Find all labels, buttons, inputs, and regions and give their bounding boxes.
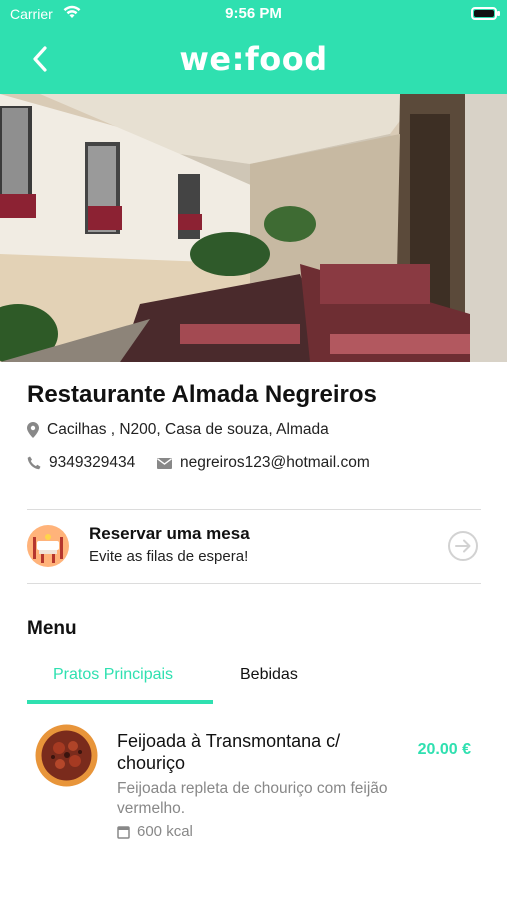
reserve-table-button[interactable]: Reservar uma mesa Evite as filas de espe…	[27, 511, 481, 583]
reserve-subtitle: Evite as filas de espera!	[89, 548, 249, 565]
email-row[interactable]: negreiros123@hotmail.com	[157, 454, 370, 472]
phone-number[interactable]: 9349329434	[49, 454, 135, 472]
phone-row[interactable]: 9349329434	[27, 454, 135, 472]
address-row: Cacilhas , N200, Casa de souza, Almada	[27, 421, 329, 439]
battery-cap	[497, 11, 500, 16]
menu-item[interactable]: Feijoada à Transmontana c/ chouriço 20.0…	[27, 724, 481, 844]
restaurant-photo	[0, 94, 507, 362]
location-pin-icon	[27, 422, 39, 438]
active-tab-indicator	[27, 700, 213, 704]
dish-name: Feijoada à Transmontana c/ chouriço	[117, 731, 341, 773]
email-address[interactable]: negreiros123@hotmail.com	[180, 454, 370, 472]
tab-bebidas[interactable]: Bebidas	[240, 666, 298, 684]
calendar-icon	[117, 825, 130, 839]
restaurant-name: Restaurante Almada Negreiros	[27, 381, 377, 408]
kcal-value: 600 kcal	[137, 823, 193, 840]
address-text: Cacilhas , N200, Casa de souza, Almada	[47, 421, 329, 438]
dish-photo	[35, 724, 98, 787]
menu-heading: Menu	[27, 618, 77, 639]
battery-icon	[471, 7, 497, 20]
reserved-table-icon	[27, 525, 69, 567]
tab-pratos-principais[interactable]: Pratos Principais	[53, 666, 173, 684]
dish-price: 20.00 €	[417, 741, 471, 758]
phone-icon	[27, 456, 41, 470]
mail-icon	[157, 457, 172, 469]
dish-calories: 600 kcal	[117, 823, 193, 840]
divider	[27, 509, 481, 510]
reserve-title: Reservar uma mesa	[89, 524, 250, 543]
divider	[27, 583, 481, 584]
dish-description: Feijoada repleta de chouriço com feijão …	[117, 780, 388, 817]
navigation-bar: we:food	[0, 30, 507, 94]
status-bar: Carrier 9:56 PM	[0, 0, 507, 30]
clock-time: 9:56 PM	[225, 5, 282, 22]
app-logo: we:food	[179, 40, 328, 78]
arrow-right-circle-icon[interactable]	[447, 530, 479, 562]
